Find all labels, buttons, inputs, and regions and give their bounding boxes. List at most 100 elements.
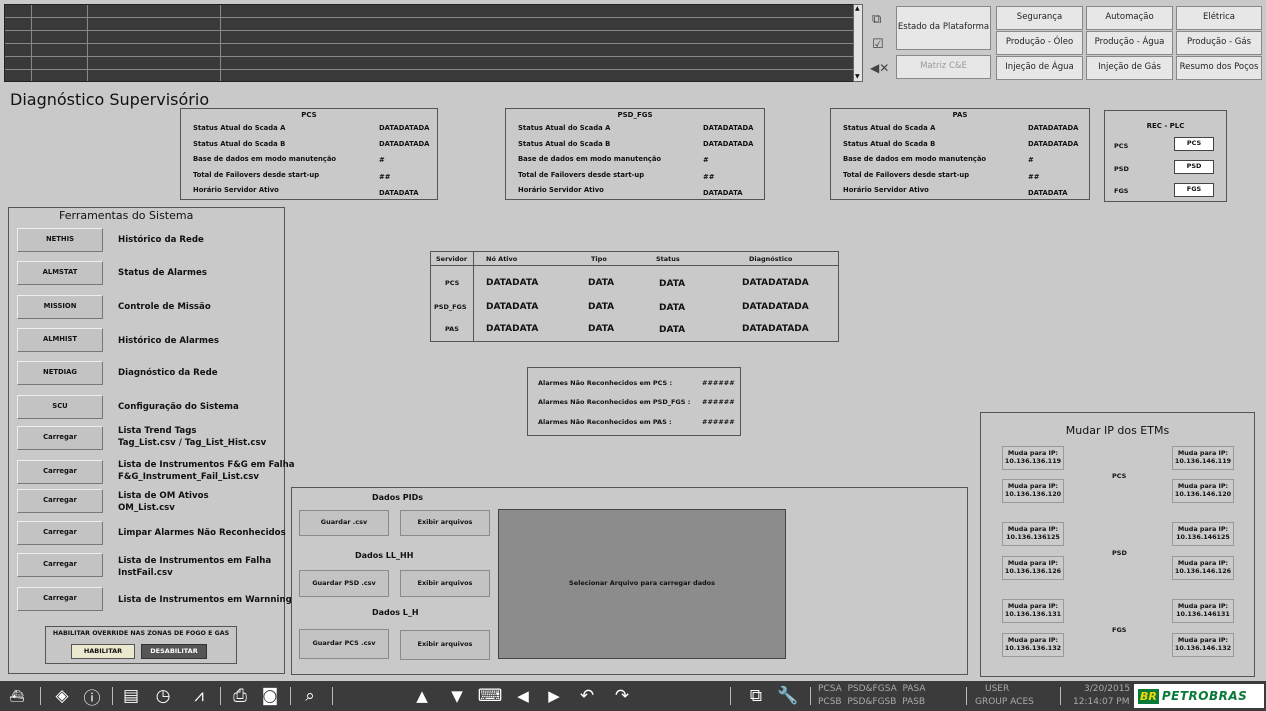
print-icon[interactable]: ⎙ bbox=[228, 685, 252, 707]
netdiag-button[interactable]: NETDIAG bbox=[17, 361, 103, 385]
redo-icon[interactable]: ↷ bbox=[612, 685, 632, 707]
seguranca-button[interactable]: Segurança bbox=[996, 6, 1083, 30]
alarm-count: ###### bbox=[702, 379, 735, 387]
nethis-button[interactable]: NETHIS bbox=[17, 228, 103, 252]
ip-button-psd-a2[interactable]: Muda para IP: 10.136.136.126 bbox=[1002, 556, 1064, 580]
ip-button-pcs-b1[interactable]: Muda para IP: 10.136.146.119 bbox=[1172, 446, 1234, 470]
exibir-arquivos-llhh-button[interactable]: Exibir arquivos bbox=[400, 570, 490, 597]
etm-group-label: PSD bbox=[1112, 549, 1127, 557]
matriz-ce-button[interactable]: Matriz C&E bbox=[896, 55, 991, 79]
resumo-pocos-button[interactable]: Resumo dos Poços bbox=[1176, 56, 1262, 80]
history-icon[interactable]: ◷ bbox=[152, 685, 174, 707]
guardar-pcs-csv-button[interactable]: Guardar PCS .csv bbox=[299, 629, 389, 659]
server-name: PCS bbox=[445, 279, 460, 287]
ip-button-pcs-a1[interactable]: Muda para IP: 10.136.136.119 bbox=[1002, 446, 1064, 470]
ip-button-fgs-b1[interactable]: Muda para IP: 10.136.146131 bbox=[1172, 599, 1234, 623]
carregar-instfail-button[interactable]: Carregar bbox=[17, 553, 103, 577]
ip-button-fgs-a1[interactable]: Muda para IP: 10.136.136.131 bbox=[1002, 599, 1064, 623]
ip-caption: Muda para IP: bbox=[1177, 525, 1229, 533]
ip-button-pcs-b2[interactable]: Muda para IP: 10.136.146.120 bbox=[1172, 479, 1234, 503]
alarm-grid-scrollbar[interactable]: ▲ ▼ bbox=[853, 4, 863, 82]
server-node: DATADATA bbox=[486, 278, 539, 288]
almhist-button[interactable]: ALMHIST bbox=[17, 328, 103, 352]
server-type: DATA bbox=[588, 302, 615, 312]
tool-sublabel: F&G_Instrument_Fail_List.csv bbox=[118, 472, 259, 482]
keyboard-icon[interactable]: ⌨ bbox=[477, 685, 503, 707]
ip-button-psd-a1[interactable]: Muda para IP: 10.136.136125 bbox=[1002, 522, 1064, 546]
ip-button-psd-b1[interactable]: Muda para IP: 10.136.146125 bbox=[1172, 522, 1234, 546]
ip-button-pcs-a2[interactable]: Muda para IP: 10.136.136.120 bbox=[1002, 479, 1064, 503]
trend-chart-icon[interactable]: ⩘ bbox=[186, 685, 212, 707]
toolbar-separator bbox=[112, 687, 113, 705]
arrow-left-icon[interactable]: ◀ bbox=[514, 685, 532, 707]
tool-label: Controle de Missão bbox=[118, 302, 211, 312]
producao-oleo-button[interactable]: Produção - Óleo bbox=[996, 31, 1083, 55]
arrow-up-icon[interactable]: ▲ bbox=[412, 685, 432, 707]
scroll-up-arrow-icon[interactable]: ▲ bbox=[855, 6, 861, 12]
row-label: Base de dados em modo manutenção bbox=[193, 155, 337, 163]
undo-icon[interactable]: ↶ bbox=[577, 685, 597, 707]
etm-group-label: PCS bbox=[1112, 472, 1127, 480]
rec-plc-fgs-button[interactable]: FGS bbox=[1174, 183, 1214, 197]
info-icon[interactable]: ⓘ bbox=[82, 685, 102, 709]
toolbar-separator bbox=[332, 687, 333, 705]
alarm-label: Alarmes Não Reconhecidos em PSD_FGS : bbox=[538, 398, 691, 406]
panel-title: PSD_FGS bbox=[617, 111, 653, 119]
ip-button-fgs-a2[interactable]: Muda para IP: 10.136.136.132 bbox=[1002, 633, 1064, 657]
monitor-icon[interactable]: ⧉ bbox=[744, 685, 768, 707]
habilitar-button[interactable]: HABILITAR bbox=[71, 644, 135, 659]
eletrica-button[interactable]: Elétrica bbox=[1176, 6, 1262, 30]
desabilitar-button[interactable]: DESABILITAR bbox=[141, 644, 207, 659]
file-data-display[interactable]: Selecionar Arquivo para carregar dados bbox=[498, 509, 786, 659]
alarm-summary-grid[interactable] bbox=[4, 4, 861, 82]
mission-button[interactable]: MISSION bbox=[17, 295, 103, 319]
estado-plataforma-button[interactable]: Estado da Plataforma bbox=[896, 6, 991, 50]
search-icon[interactable]: ⌕ bbox=[298, 685, 322, 707]
silence-icon[interactable]: ◀✕ bbox=[870, 61, 889, 75]
rec-plc-psd-button[interactable]: PSD bbox=[1174, 160, 1214, 174]
ip-button-fgs-b2[interactable]: Muda para IP: 10.136.146.132 bbox=[1172, 633, 1234, 657]
carregar-limpar-alarmes-button[interactable]: Carregar bbox=[17, 521, 103, 545]
server-diag: DATADATADA bbox=[742, 324, 809, 334]
tool-label: Configuração do Sistema bbox=[118, 402, 239, 412]
almstat-button[interactable]: ALMSTAT bbox=[17, 261, 103, 285]
guardar-psd-csv-button[interactable]: Guardar PSD .csv bbox=[299, 570, 389, 597]
arrow-down-icon[interactable]: ▼ bbox=[447, 685, 467, 707]
row-value: # bbox=[1028, 156, 1034, 164]
automacao-button[interactable]: Automação bbox=[1086, 6, 1173, 30]
tool-label: Status de Alarmes bbox=[118, 268, 207, 278]
exibir-arquivos-pids-button[interactable]: Exibir arquivos bbox=[400, 510, 490, 536]
row-label: Status Atual do Scada A bbox=[193, 124, 286, 132]
guardar-csv-button[interactable]: Guardar .csv bbox=[299, 510, 389, 536]
carregar-om-list-button[interactable]: Carregar bbox=[17, 489, 103, 513]
arrow-right-icon[interactable]: ▶ bbox=[545, 685, 563, 707]
toolbar-separator bbox=[1060, 687, 1061, 705]
server-type: DATA bbox=[588, 278, 615, 288]
ack-all-icon[interactable]: ☑ bbox=[872, 37, 884, 52]
carregar-trend-tags-button[interactable]: Carregar bbox=[17, 426, 103, 450]
camera-icon[interactable]: ◙ bbox=[258, 685, 282, 707]
tool-label: Limpar Alarmes Não Reconhecidos bbox=[118, 528, 286, 538]
producao-gas-button[interactable]: Produção - Gás bbox=[1176, 31, 1262, 55]
document-icon[interactable]: ▤ bbox=[120, 685, 142, 707]
rec-plc-pcs-button[interactable]: PCS bbox=[1174, 137, 1214, 151]
override-title: HABILITAR OVERRIDE NAS ZONAS DE FOGO E G… bbox=[52, 630, 230, 637]
ip-caption: Muda para IP: bbox=[1007, 482, 1059, 490]
ip-button-psd-b2[interactable]: Muda para IP: 10.136.146.126 bbox=[1172, 556, 1234, 580]
scroll-down-arrow-icon[interactable]: ▼ bbox=[855, 74, 861, 80]
scu-button[interactable]: SCU bbox=[17, 395, 103, 419]
carregar-instrumentos-warnning-button[interactable]: Carregar bbox=[17, 587, 103, 611]
row-value: DATADATADA bbox=[1028, 140, 1079, 148]
injecao-agua-button[interactable]: Injeção de Água bbox=[996, 56, 1083, 80]
injecao-gas-button[interactable]: Injeção de Gás bbox=[1086, 56, 1173, 80]
fpso-icon[interactable]: ⛴ bbox=[6, 685, 28, 707]
wrench-icon[interactable]: 🔧 bbox=[776, 685, 800, 707]
column-header: Nó Ativo bbox=[486, 255, 518, 263]
carregar-fg-instrument-fail-button[interactable]: Carregar bbox=[17, 460, 103, 484]
column-header: Servidor bbox=[436, 255, 468, 263]
ack-page-icon[interactable]: ⧉ bbox=[872, 12, 881, 27]
page-title: Diagnóstico Supervisório bbox=[10, 90, 210, 109]
exibir-arquivos-lh-button[interactable]: Exibir arquivos bbox=[400, 630, 490, 660]
tag-icon[interactable]: ◈ bbox=[50, 685, 74, 707]
producao-agua-button[interactable]: Produção - Água bbox=[1086, 31, 1173, 55]
